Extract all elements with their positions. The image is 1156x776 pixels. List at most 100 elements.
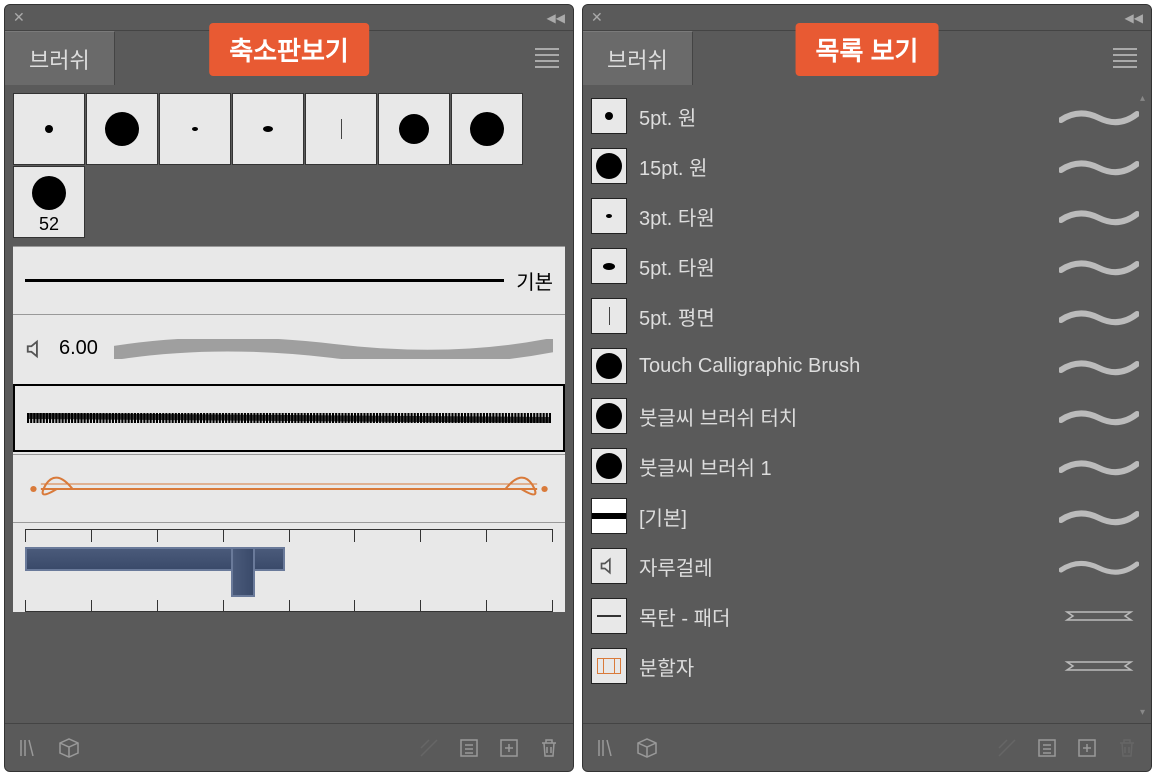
panel-menu-icon[interactable] bbox=[535, 44, 559, 72]
brush-thumb[interactable] bbox=[305, 93, 377, 165]
brushes-tab[interactable]: 브러쉬 bbox=[5, 31, 115, 85]
denim-pattern-preview bbox=[25, 547, 285, 597]
brush-label: 분할자 bbox=[639, 652, 1047, 681]
libraries-icon[interactable] bbox=[57, 736, 81, 760]
brush-size-value: 6.00 bbox=[59, 337, 98, 360]
stroke-preview-icon bbox=[1059, 206, 1139, 226]
brushes-panel-list: ✕ ◀◀ 브러쉬 목록 보기 5pt. 원15pt. 원3pt. 타원5pt. … bbox=[582, 4, 1152, 772]
brush-label: 5pt. 타원 bbox=[639, 252, 1047, 281]
brush-list: 5pt. 원 15pt. 원 3pt. 타원 5pt. 타원 5pt. 평면 Touch … bbox=[583, 85, 1151, 723]
brush-thumb[interactable] bbox=[451, 93, 523, 165]
remove-stroke-icon[interactable] bbox=[995, 736, 1019, 760]
tab-row: 브러쉬 목록 보기 bbox=[583, 31, 1151, 85]
stroke-preview-icon bbox=[1059, 356, 1139, 376]
library-icon[interactable] bbox=[17, 736, 41, 760]
brush-preview-ornament[interactable] bbox=[13, 454, 565, 522]
brush-preview-calligraphic[interactable]: 6.00 bbox=[13, 314, 565, 382]
brush-label: 3pt. 타원 bbox=[639, 202, 1047, 231]
stroke-preview-icon bbox=[1059, 656, 1139, 676]
brush-list-item[interactable]: 5pt. 원 bbox=[591, 91, 1143, 141]
brush-list-item[interactable]: Touch Calligraphic Brush bbox=[591, 341, 1143, 391]
brush-icon bbox=[591, 198, 627, 234]
brushes-tab[interactable]: 브러쉬 bbox=[583, 31, 693, 85]
scrollbar[interactable] bbox=[562, 93, 570, 715]
stroke-preview-icon bbox=[1059, 606, 1139, 626]
tablet-pressure-icon bbox=[25, 338, 47, 360]
stroke-preview-icon bbox=[1059, 456, 1139, 476]
brush-list-item[interactable]: 목탄 - 패더 bbox=[591, 591, 1143, 641]
new-brush-icon[interactable] bbox=[1075, 736, 1099, 760]
stroke-preview-icon bbox=[1059, 156, 1139, 176]
library-icon[interactable] bbox=[595, 736, 619, 760]
stroke-preview-icon bbox=[1059, 506, 1139, 526]
panel-menu-icon[interactable] bbox=[1113, 44, 1137, 72]
ruler-top bbox=[25, 529, 553, 541]
brush-preview-basic[interactable]: 기본 bbox=[13, 246, 565, 314]
brush-stroke-previews: 기본 6.00 bbox=[13, 246, 565, 612]
brush-thumb[interactable] bbox=[13, 93, 85, 165]
stroke-preview-icon bbox=[1059, 256, 1139, 276]
brush-thumb[interactable]: 52 bbox=[13, 166, 85, 238]
delete-icon[interactable] bbox=[1115, 736, 1139, 760]
brush-thumb[interactable] bbox=[232, 93, 304, 165]
caption-badge: 목록 보기 bbox=[796, 23, 939, 76]
brush-thumb[interactable] bbox=[378, 93, 450, 165]
tab-row: 브러쉬 축소판보기 bbox=[5, 31, 573, 85]
brush-preview-pattern[interactable] bbox=[13, 522, 565, 612]
options-icon[interactable] bbox=[1035, 736, 1059, 760]
brush-thumbnail-grid: 52 bbox=[5, 85, 573, 238]
brush-icon bbox=[591, 298, 627, 334]
thumb-label: 52 bbox=[39, 214, 59, 235]
list-content: 5pt. 원 15pt. 원 3pt. 타원 5pt. 타원 5pt. 평면 Touch … bbox=[583, 85, 1151, 723]
brush-list-item[interactable]: 붓글씨 브러쉬 터치 bbox=[591, 391, 1143, 441]
stroke-preview-icon bbox=[1059, 556, 1139, 576]
stroke-preview bbox=[114, 339, 553, 359]
stroke-preview-icon bbox=[1059, 406, 1139, 426]
brush-label: 붓글씨 브러쉬 터치 bbox=[639, 402, 1047, 431]
stroke-preview bbox=[25, 474, 553, 504]
brush-label: 붓글씨 브러쉬 1 bbox=[639, 452, 1047, 481]
collapse-icon[interactable]: ◀◀ bbox=[547, 11, 565, 25]
brush-icon bbox=[591, 98, 627, 134]
brush-label: [기본] bbox=[639, 502, 1047, 531]
remove-stroke-icon[interactable] bbox=[417, 736, 441, 760]
options-icon[interactable] bbox=[457, 736, 481, 760]
brush-thumb[interactable] bbox=[86, 93, 158, 165]
stroke-preview bbox=[25, 279, 504, 282]
brush-list-item[interactable]: 15pt. 원 bbox=[591, 141, 1143, 191]
brush-icon bbox=[591, 398, 627, 434]
delete-icon[interactable] bbox=[537, 736, 561, 760]
panel-footer bbox=[5, 723, 573, 771]
collapse-icon[interactable]: ◀◀ bbox=[1125, 11, 1143, 25]
brush-list-item[interactable]: 붓글씨 브러쉬 1 bbox=[591, 441, 1143, 491]
caption-badge: 축소판보기 bbox=[209, 23, 369, 76]
brush-thumb[interactable] bbox=[159, 93, 231, 165]
brush-label: Touch Calligraphic Brush bbox=[639, 355, 1047, 378]
scrollbar[interactable]: ▴ ▾ bbox=[1140, 93, 1148, 715]
close-icon[interactable]: ✕ bbox=[591, 9, 603, 26]
brushes-panel-thumbnail: ✕ ◀◀ 브러쉬 축소판보기 52 기본 bbox=[4, 4, 574, 772]
brush-preview-charcoal[interactable] bbox=[13, 384, 565, 452]
brush-label: 15pt. 원 bbox=[639, 152, 1047, 181]
brush-list-item[interactable]: 5pt. 타원 bbox=[591, 241, 1143, 291]
brush-list-item[interactable]: 자루걸레 bbox=[591, 541, 1143, 591]
brush-label: 기본 bbox=[516, 266, 553, 295]
new-brush-icon[interactable] bbox=[497, 736, 521, 760]
brush-list-item[interactable]: [기본] bbox=[591, 491, 1143, 541]
thumbnail-content: 52 기본 6.00 bbox=[5, 85, 573, 723]
brush-icon bbox=[591, 548, 627, 584]
libraries-icon[interactable] bbox=[635, 736, 659, 760]
stroke-preview bbox=[27, 411, 551, 425]
brush-label: 목탄 - 패더 bbox=[639, 602, 1047, 631]
brush-label: 5pt. 원 bbox=[639, 102, 1047, 131]
brush-list-item[interactable]: 분할자 bbox=[591, 641, 1143, 691]
brush-list-item[interactable]: 3pt. 타원 bbox=[591, 191, 1143, 241]
stroke-preview-icon bbox=[1059, 306, 1139, 326]
brush-icon bbox=[591, 448, 627, 484]
brush-label: 자루걸레 bbox=[639, 552, 1047, 581]
close-icon[interactable]: ✕ bbox=[13, 9, 25, 26]
brush-list-item[interactable]: 5pt. 평면 bbox=[591, 291, 1143, 341]
brush-icon bbox=[591, 648, 627, 684]
brush-icon bbox=[591, 598, 627, 634]
brush-icon bbox=[591, 248, 627, 284]
